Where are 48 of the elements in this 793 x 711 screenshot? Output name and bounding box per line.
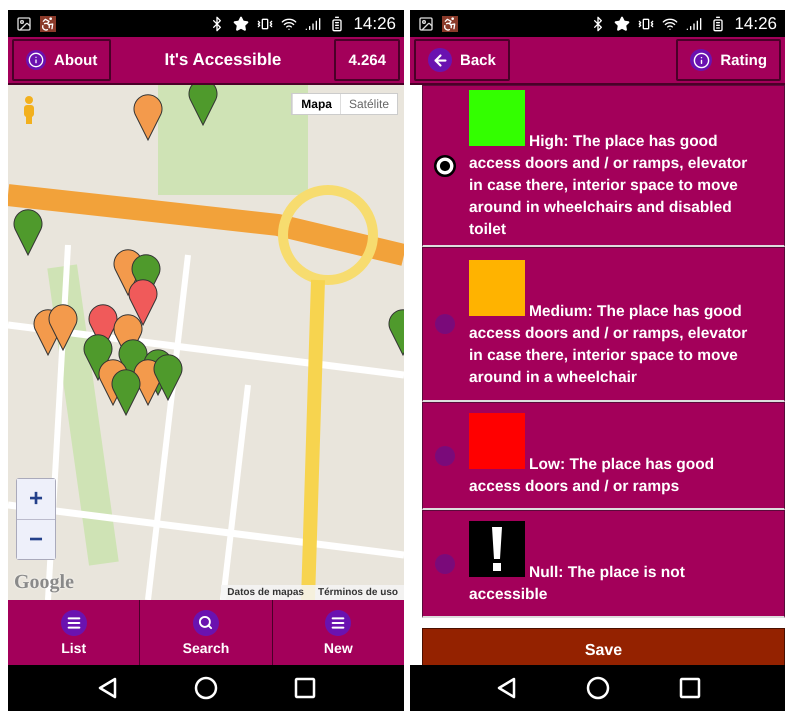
option-text: Null: The place is not accessible xyxy=(469,521,758,606)
app-title: It's Accessible xyxy=(163,50,282,70)
wifi-icon xyxy=(281,16,298,32)
radio-button[interactable] xyxy=(435,446,455,466)
search-icon xyxy=(192,610,219,636)
attribution-link[interactable]: Datos de mapas xyxy=(227,587,304,598)
save-button[interactable]: Save xyxy=(422,628,785,665)
menu-icon xyxy=(60,610,87,636)
recents-nav-icon[interactable] xyxy=(678,677,700,699)
radio-button[interactable] xyxy=(436,157,454,174)
info-icon xyxy=(690,49,712,71)
wifi-icon xyxy=(662,16,678,32)
rating-option[interactable]: Low: The place has good access doors and / or ramps xyxy=(422,402,785,510)
attribution-link[interactable]: Términos de uso xyxy=(318,587,398,598)
map-logo: Google xyxy=(14,571,74,594)
back-nav-icon[interactable] xyxy=(96,676,118,700)
option-text: Low: The place has good access doors and / or ramps xyxy=(469,413,758,498)
rating-button[interactable]: Rating xyxy=(676,39,781,81)
about-button[interactable]: About xyxy=(12,39,112,81)
option-text: Medium: The place has good access doors and / or ramps, elevator in case there, interior space to move around in a wheelchair xyxy=(469,260,758,388)
radio-button[interactable] xyxy=(435,554,455,574)
home-nav-icon[interactable] xyxy=(586,676,610,700)
rating-option[interactable]: High: The place has good access doors and / or ramps, elevator in case there, interior space to move around in wheelchairs and disabled toilet xyxy=(422,85,785,247)
vibrate-icon xyxy=(257,16,274,32)
info-icon xyxy=(26,50,46,70)
wheelchair-icon xyxy=(40,16,56,32)
signal-icon xyxy=(686,16,702,32)
zoom-out-button[interactable]: − xyxy=(17,519,55,559)
home-nav-icon[interactable] xyxy=(194,676,218,700)
rating-option[interactable]: Null: The place is not accessible xyxy=(422,510,785,618)
map-view[interactable]: Mapa Satélite + − Google Datos de mapas Términos de uso xyxy=(8,85,404,600)
menu-icon xyxy=(325,610,352,636)
option-text: High: The place has good access doors and / or ramps, elevator in case there, interior space to move around in wheelchairs and disabled toilet xyxy=(469,90,758,241)
vibrate-icon xyxy=(638,16,654,32)
status-time: 14:26 xyxy=(734,14,777,34)
image-icon xyxy=(418,16,434,32)
status-time: 14:26 xyxy=(353,14,396,34)
rating-option[interactable]: Medium: The place has good access doors and / or ramps, elevator in case there, interior space to move around in a wheelchair xyxy=(422,247,785,402)
count-button[interactable]: 4.264 xyxy=(334,39,400,81)
recents-nav-icon[interactable] xyxy=(294,677,316,699)
star-icon xyxy=(614,16,630,32)
back-nav-icon[interactable] xyxy=(494,676,516,700)
star-icon xyxy=(233,16,250,32)
signal-icon xyxy=(305,16,322,32)
wheelchair-icon xyxy=(442,16,458,32)
back-button[interactable]: Back xyxy=(414,39,510,81)
radio-button[interactable] xyxy=(435,314,455,334)
image-icon xyxy=(16,16,32,32)
